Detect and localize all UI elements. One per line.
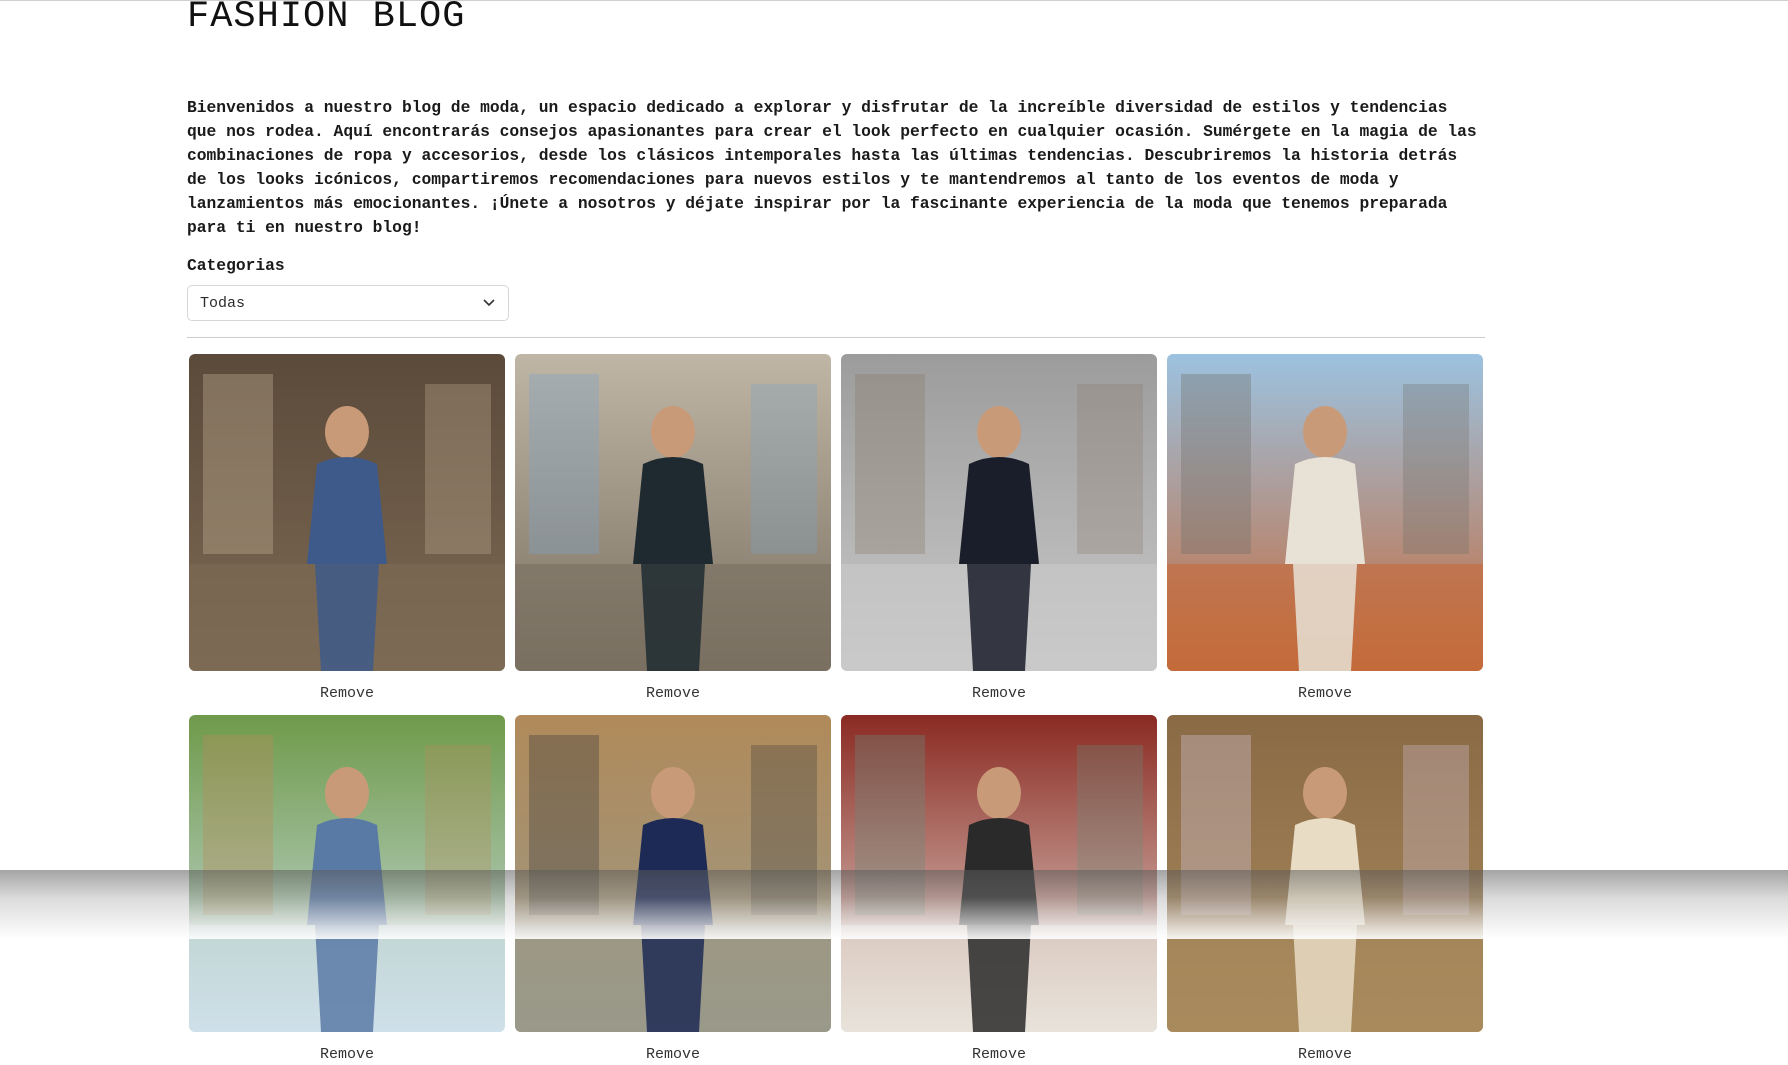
remove-button[interactable]: Remove bbox=[189, 682, 505, 704]
chevron-down-icon bbox=[482, 296, 496, 310]
category-label: Categorias bbox=[187, 256, 285, 275]
post-image[interactable] bbox=[189, 354, 505, 671]
remove-button[interactable]: Remove bbox=[1167, 1043, 1483, 1065]
page-title: FASHION BLOG bbox=[187, 0, 466, 38]
post-card: Remove bbox=[841, 354, 1157, 704]
remove-button[interactable]: Remove bbox=[515, 1043, 831, 1065]
remove-button[interactable]: Remove bbox=[841, 682, 1157, 704]
category-select-value: Todas bbox=[200, 294, 246, 312]
remove-button[interactable]: Remove bbox=[515, 682, 831, 704]
post-image[interactable] bbox=[1167, 354, 1483, 671]
post-card: Remove bbox=[189, 354, 505, 704]
post-image[interactable] bbox=[515, 354, 831, 671]
post-card: Remove bbox=[515, 354, 831, 704]
divider bbox=[187, 337, 1485, 338]
category-select[interactable]: Todas bbox=[187, 285, 509, 321]
remove-button[interactable]: Remove bbox=[1167, 682, 1483, 704]
post-card: Remove bbox=[1167, 354, 1483, 704]
remove-button[interactable]: Remove bbox=[841, 1043, 1157, 1065]
post-image[interactable] bbox=[841, 354, 1157, 671]
scroll-fade-overlay bbox=[0, 870, 1788, 939]
remove-button[interactable]: Remove bbox=[189, 1043, 505, 1065]
intro-paragraph: Bienvenidos a nuestro blog de moda, un e… bbox=[187, 98, 1477, 237]
post-grid: Remove Remove Remove Remove Remove Remove Remo… bbox=[187, 354, 1485, 1065]
